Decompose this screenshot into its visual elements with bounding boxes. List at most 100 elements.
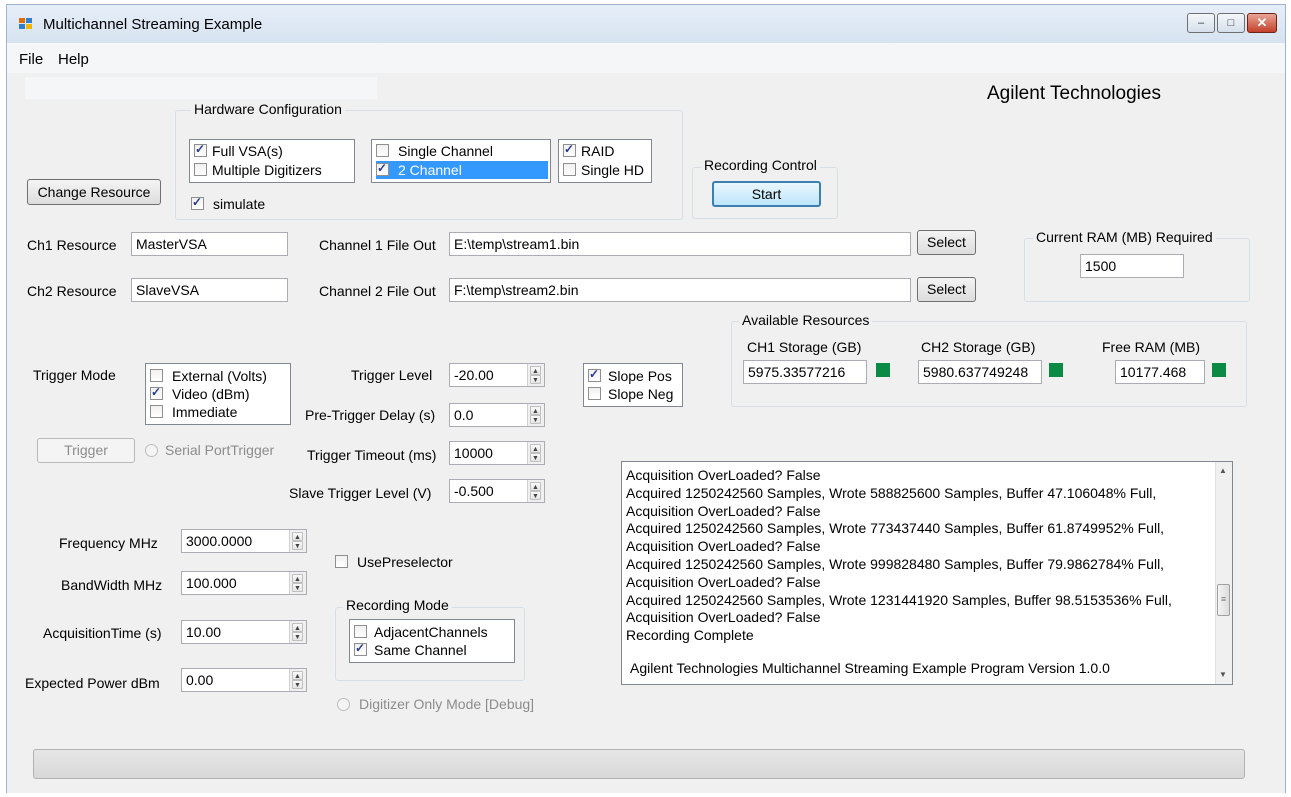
slave-trigger-level-input[interactable]: -0.500 ▲ ▼	[449, 479, 545, 503]
two-channel-option[interactable]: 2 Channel	[376, 161, 548, 179]
frequency-value: 3000.0000	[186, 533, 253, 549]
maximize-button[interactable]: □	[1217, 13, 1245, 33]
slave-trigger-level-spinner[interactable]: ▲ ▼	[527, 480, 544, 502]
spin-up-icon[interactable]: ▲	[530, 444, 541, 453]
spin-down-icon[interactable]: ▼	[292, 541, 303, 550]
trigger-level-label: Trigger Level	[351, 367, 433, 383]
full-vsa-option[interactable]: Full VSA(s)	[194, 142, 352, 160]
spin-up-icon[interactable]: ▲	[292, 671, 303, 680]
spin-up-icon[interactable]: ▲	[530, 482, 541, 491]
trigger-timeout-spinner[interactable]: ▲ ▼	[527, 442, 544, 464]
frequency-input[interactable]: 3000.0000 ▲ ▼	[181, 529, 307, 553]
acquisition-time-input[interactable]: 10.00 ▲ ▼	[181, 620, 307, 644]
ch2-storage-indicator	[1049, 363, 1063, 377]
expected-power-spinner[interactable]: ▲ ▼	[289, 669, 306, 691]
slope-neg-checkbox[interactable]	[588, 387, 601, 400]
change-resource-button[interactable]: Change Resource	[27, 179, 161, 205]
immediate-option[interactable]: Immediate	[150, 403, 288, 421]
use-preselector-checkbox[interactable]	[335, 555, 348, 568]
ch1-resource-input[interactable]: MasterVSA	[131, 232, 288, 256]
serial-port-label: Serial PortTrigger	[165, 442, 275, 458]
spin-down-icon[interactable]: ▼	[292, 632, 303, 641]
free-ram-indicator	[1212, 363, 1226, 377]
simulate-option[interactable]: simulate	[191, 195, 291, 213]
spin-up-icon[interactable]: ▲	[530, 366, 541, 375]
start-button[interactable]: Start	[712, 181, 821, 207]
video-checkbox[interactable]	[150, 385, 163, 400]
spin-up-icon[interactable]: ▲	[530, 406, 541, 415]
simulate-label: simulate	[213, 196, 266, 212]
spin-up-icon[interactable]: ▲	[292, 574, 303, 583]
log-line: Acquisition OverLoaded? False	[626, 573, 821, 590]
ch2-select-button[interactable]: Select	[917, 277, 976, 302]
client-area: Agilent Technologies Hardware Configurat…	[7, 73, 1285, 793]
menu-help[interactable]: Help	[58, 51, 89, 68]
trigger-level-spinner[interactable]: ▲ ▼	[527, 364, 544, 386]
log-scrollbar[interactable]: ▲ ≡ ▼	[1215, 462, 1232, 684]
spin-up-icon[interactable]: ▲	[292, 623, 303, 632]
frequency-spinner[interactable]: ▲ ▼	[289, 530, 306, 552]
vsa-type-list: Full VSA(s) Multiple Digitizers	[189, 139, 355, 183]
ch1-select-button[interactable]: Select	[917, 230, 976, 255]
ch2-file-input[interactable]: F:\temp\stream2.bin	[449, 278, 911, 302]
multiple-digitizers-checkbox[interactable]	[194, 163, 207, 176]
bandwidth-spinner[interactable]: ▲ ▼	[289, 572, 306, 594]
ch1-storage-input[interactable]: 5975.33577216	[743, 360, 867, 384]
serial-port-radio[interactable]	[145, 444, 158, 457]
ch2-resource-input[interactable]: SlaveVSA	[131, 278, 288, 302]
slope-neg-label: Slope Neg	[608, 386, 674, 402]
menu-file[interactable]: File	[19, 51, 43, 68]
external-checkbox[interactable]	[150, 369, 163, 382]
bandwidth-value: 100.000	[186, 575, 237, 591]
title-bar[interactable]: Multichannel Streaming Example – □ ✕	[7, 5, 1285, 43]
raid-checkbox[interactable]	[563, 142, 576, 157]
spin-down-icon[interactable]: ▼	[530, 415, 541, 424]
full-vsa-checkbox[interactable]	[194, 142, 207, 157]
spin-down-icon[interactable]: ▼	[530, 375, 541, 384]
expected-power-input[interactable]: 0.00 ▲ ▼	[181, 668, 307, 692]
ch2-storage-input[interactable]: 5980.637749248	[918, 360, 1042, 384]
same-channel-option[interactable]: Same Channel	[354, 641, 512, 659]
immediate-checkbox[interactable]	[150, 405, 163, 418]
spin-down-icon[interactable]: ▼	[292, 583, 303, 592]
spin-down-icon[interactable]: ▼	[530, 491, 541, 500]
external-option[interactable]: External (Volts)	[150, 367, 288, 385]
scroll-up-icon[interactable]: ▲	[1219, 466, 1227, 475]
adjacent-channels-option[interactable]: AdjacentChannels	[354, 623, 512, 641]
scroll-thumb[interactable]: ≡	[1217, 584, 1230, 616]
raid-option[interactable]: RAID	[563, 142, 649, 160]
digitizer-only-radio[interactable]	[337, 698, 350, 711]
pre-trigger-delay-spinner[interactable]: ▲ ▼	[527, 404, 544, 426]
same-channel-checkbox[interactable]	[354, 641, 367, 656]
adjacent-channels-checkbox[interactable]	[354, 625, 367, 638]
single-channel-option[interactable]: Single Channel	[376, 142, 548, 160]
single-hd-option[interactable]: Single HD	[563, 161, 649, 179]
trigger-button[interactable]: Trigger	[37, 438, 135, 463]
slope-neg-option[interactable]: Slope Neg	[588, 385, 680, 403]
slope-pos-option[interactable]: Slope Pos	[588, 367, 680, 385]
minimize-button[interactable]: –	[1187, 13, 1215, 33]
single-hd-checkbox[interactable]	[563, 163, 576, 176]
pre-trigger-delay-input[interactable]: 0.0 ▲ ▼	[449, 403, 545, 427]
close-button[interactable]: ✕	[1247, 13, 1277, 33]
video-option[interactable]: Video (dBm)	[150, 385, 288, 403]
spin-down-icon[interactable]: ▼	[292, 680, 303, 689]
status-log[interactable]: Acquisition OverLoaded? False Acquired 12…	[621, 461, 1233, 685]
slope-pos-checkbox[interactable]	[588, 367, 601, 382]
bandwidth-input[interactable]: 100.000 ▲ ▼	[181, 571, 307, 595]
ch1-file-input[interactable]: E:\temp\stream1.bin	[449, 232, 911, 256]
trigger-level-input[interactable]: -20.00 ▲ ▼	[449, 363, 545, 387]
ram-required-input[interactable]: 1500	[1080, 254, 1184, 278]
spin-up-icon[interactable]: ▲	[292, 532, 303, 541]
free-ram-input[interactable]: 10177.468	[1115, 360, 1205, 384]
trigger-timeout-input[interactable]: 10000 ▲ ▼	[449, 441, 545, 465]
scroll-down-icon[interactable]: ▼	[1219, 670, 1227, 679]
acquisition-time-spinner[interactable]: ▲ ▼	[289, 621, 306, 643]
single-channel-checkbox[interactable]	[376, 144, 389, 157]
simulate-checkbox[interactable]	[191, 195, 204, 210]
video-label: Video (dBm)	[172, 386, 250, 402]
two-channel-checkbox[interactable]	[376, 161, 389, 176]
multiple-digitizers-option[interactable]: Multiple Digitizers	[194, 161, 352, 179]
spin-down-icon[interactable]: ▼	[530, 453, 541, 462]
use-preselector-option[interactable]: UsePreselector	[335, 553, 475, 571]
